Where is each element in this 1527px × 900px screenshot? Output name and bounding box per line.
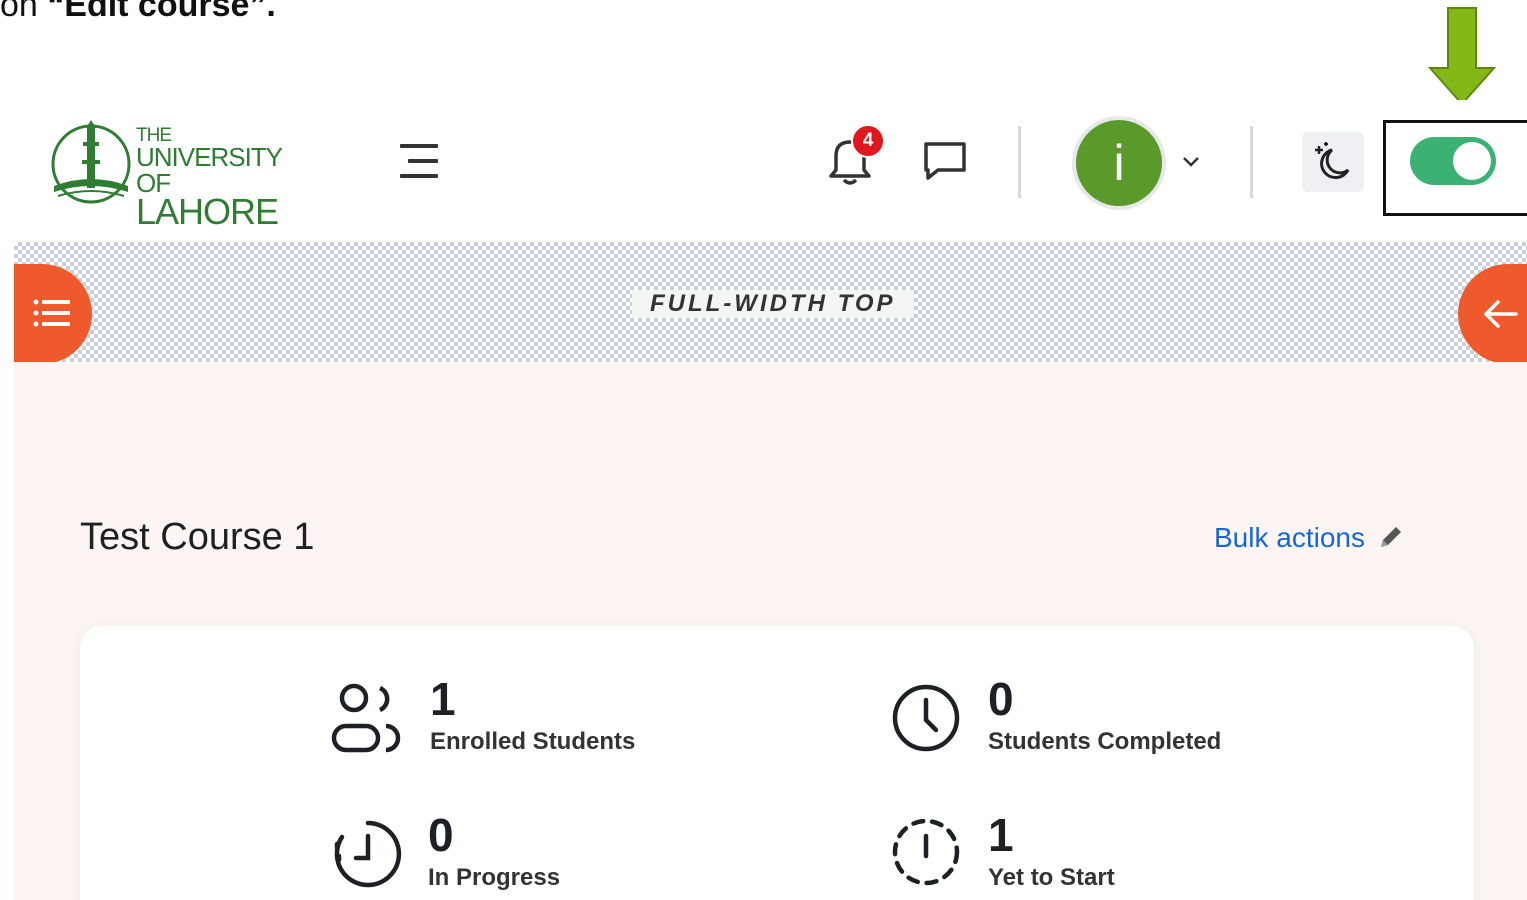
open-course-index-button[interactable] — [14, 264, 92, 364]
clock-icon — [892, 684, 960, 752]
open-block-drawer-button[interactable] — [1458, 264, 1527, 364]
university-logo[interactable]: THE UNIVERSITY OF LAHORE — [48, 120, 318, 230]
bulk-actions-label: Bulk actions — [1214, 522, 1365, 553]
page-title: Test Course 1 — [80, 516, 315, 558]
yet-to-start-label: Yet to Start — [988, 864, 1115, 891]
logo-wordmark: THE UNIVERSITY OF LAHORE — [136, 126, 318, 230]
dashed-timer-icon — [892, 818, 960, 886]
navbar-divider — [1250, 126, 1253, 198]
toggle-knob — [1453, 142, 1491, 180]
logo-line-3: LAHORE — [136, 191, 279, 232]
stats-card — [80, 626, 1474, 900]
instruction-bold: “Edit course”. — [47, 0, 276, 24]
avatar-initial: i — [1113, 135, 1125, 191]
users-icon — [331, 683, 401, 753]
enrolled-label: Enrolled Students — [430, 728, 636, 755]
chat-bubble-icon[interactable] — [920, 138, 970, 184]
top-navbar: THE UNIVERSITY OF LAHORE — [0, 100, 1527, 240]
completed-label: Students Completed — [988, 728, 1222, 755]
instruction-prefix: on — [0, 0, 48, 24]
pencil-icon — [1380, 527, 1401, 547]
bulk-actions-link[interactable]: Bulk actions — [1214, 522, 1405, 554]
in-progress-count: 0 — [428, 809, 454, 861]
list-icon — [33, 299, 70, 327]
navbar-divider — [1018, 126, 1021, 198]
progress-clock-icon — [334, 820, 402, 888]
screenshot-root: on “Edit course”. THE UNIVERSITY OF LAHO… — [0, 0, 1527, 900]
logo-line-2: UNIVERSITY OF — [136, 142, 283, 198]
notification-count-badge: 4 — [851, 124, 885, 158]
edit-mode-toggle[interactable] — [1410, 137, 1496, 185]
enrolled-count: 1 — [430, 673, 456, 725]
instruction-text: on “Edit course”. — [0, 0, 276, 25]
chevron-down-icon[interactable] — [1180, 150, 1202, 172]
in-progress-label: In Progress — [428, 864, 561, 891]
banner-label: FULL-WIDTH TOP — [632, 290, 914, 318]
dark-mode-button[interactable] — [1302, 132, 1364, 192]
yet-to-start-count: 1 — [988, 809, 1014, 861]
moon-stars-icon — [1315, 142, 1350, 180]
annotation-arrow-icon — [1428, 7, 1496, 106]
arrow-left-icon — [1484, 300, 1518, 328]
minaret-logo-icon — [51, 120, 131, 204]
completed-count: 0 — [988, 673, 1014, 725]
hamburger-menu-icon[interactable] — [398, 140, 440, 182]
user-avatar[interactable]: i — [1072, 116, 1166, 210]
